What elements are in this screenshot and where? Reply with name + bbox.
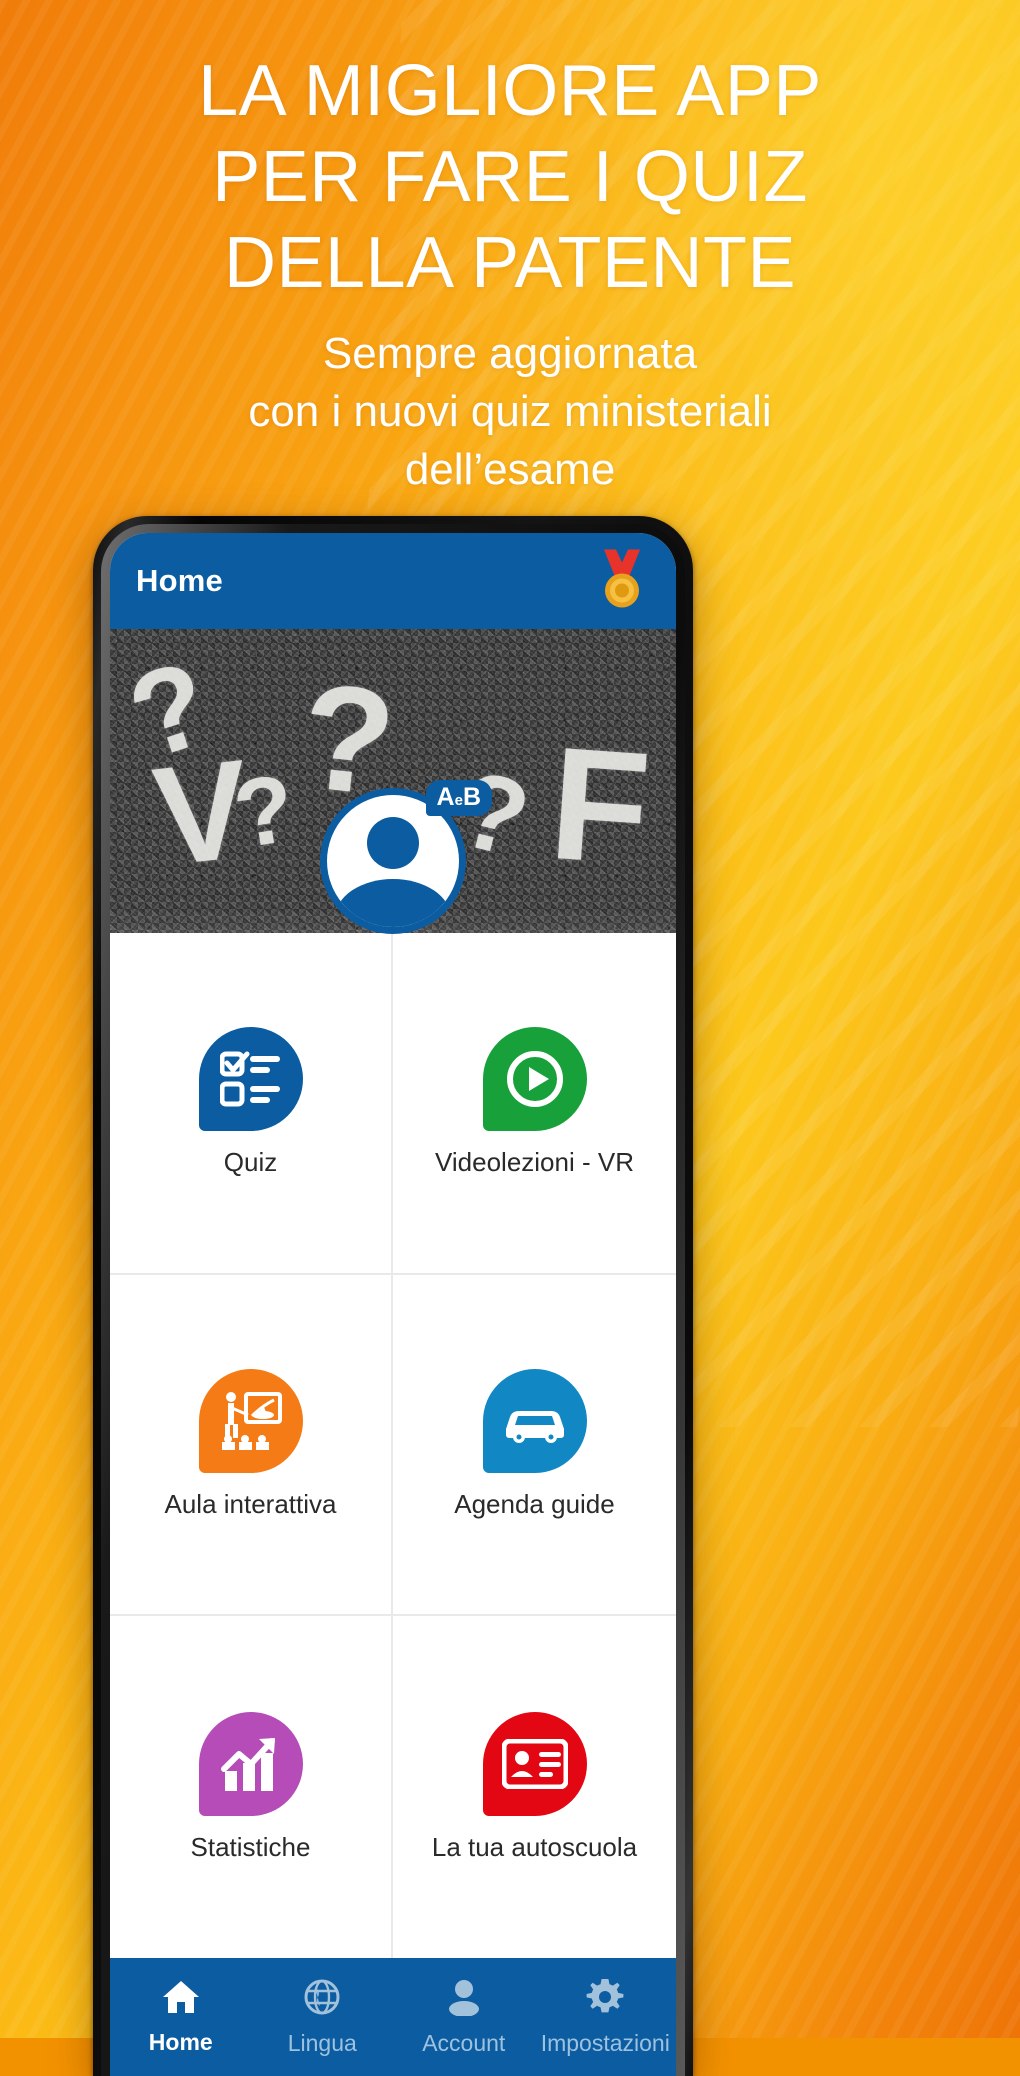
nav-item-lingua[interactable]: Lingua: [252, 1978, 394, 2057]
badge-letter-a: A: [436, 783, 455, 811]
nav-label: Lingua: [287, 2029, 357, 2056]
phone-screen: Home ? ? ? ? F V AeB Quiz Videolezioni -…: [110, 533, 676, 2076]
page-title: Home: [136, 563, 223, 598]
app-bar: Home: [110, 533, 676, 629]
avatar-body: [335, 879, 451, 927]
tile-statistiche[interactable]: Statistiche: [110, 1616, 393, 1958]
car-icon: [482, 1368, 587, 1473]
badge-letter-e: e: [454, 792, 463, 809]
tile-agenda-guide[interactable]: Agenda guide: [393, 1275, 676, 1617]
tile-label: Videolezioni - VR: [435, 1147, 634, 1178]
nav-item-impostazioni[interactable]: Impostazioni: [535, 1978, 677, 2057]
medal-icon[interactable]: [594, 548, 650, 615]
promo-subtitle: Sempre aggiornata con i nuovi quiz minis…: [0, 325, 1020, 499]
person-icon: [447, 1978, 481, 2021]
headline-line-2: PER FARE I QUIZ: [212, 137, 808, 217]
tile-videolezioni-vr[interactable]: Videolezioni - VR: [393, 933, 676, 1275]
avatar[interactable]: AeB: [320, 780, 492, 934]
license-category-badge[interactable]: AeB: [425, 780, 492, 816]
tile-quiz[interactable]: Quiz: [110, 933, 393, 1275]
subtitle-line-1: Sempre aggiornata: [322, 329, 698, 378]
nav-item-home[interactable]: Home: [110, 1979, 252, 2056]
gear-icon: [586, 1978, 624, 2021]
tile-label: La tua autoscuola: [431, 1831, 638, 1862]
avatar-head: [367, 817, 419, 869]
subtitle-line-3: dell’esame: [404, 445, 616, 494]
road-mark-letter-f: F: [545, 712, 656, 899]
tile-label: Aula interattiva: [164, 1488, 337, 1519]
badge-letter-b: B: [462, 783, 481, 811]
home-icon: [161, 1979, 201, 2020]
bottom-navigation: Home Lingua Account Impostazioni: [110, 1958, 676, 2076]
bar-chart-icon: [198, 1711, 303, 1816]
quiz-checklist-icon: [198, 1027, 303, 1132]
home-menu-grid: Quiz Videolezioni - VR Aula interattiva …: [110, 933, 676, 1958]
promo-headline: LA MIGLIORE APP PER FARE I QUIZ DELLA PA…: [0, 48, 1020, 306]
road-mark-letter-v: V: [147, 729, 257, 896]
tile-la-tua-autoscuola[interactable]: La tua autoscuola: [393, 1616, 676, 1958]
nav-label: Home: [148, 2028, 213, 2055]
tile-label: Quiz: [223, 1147, 278, 1178]
headline-line-3: DELLA PATENTE: [223, 223, 797, 303]
nav-label: Impostazioni: [540, 2029, 670, 2056]
play-circle-icon: [482, 1027, 587, 1132]
classroom-icon: [198, 1368, 303, 1473]
id-card-icon: [482, 1711, 587, 1816]
tile-aula-interattiva[interactable]: Aula interattiva: [110, 1274, 393, 1617]
subtitle-line-2: con i nuovi quiz ministeriali: [248, 387, 772, 436]
globe-icon: [303, 1978, 341, 2021]
nav-label: Account: [422, 2029, 506, 2056]
tile-label: Statistiche: [190, 1831, 311, 1862]
phone-mockup: Home ? ? ? ? F V AeB Quiz Videolezioni -…: [93, 516, 693, 2076]
headline-line-1: LA MIGLIORE APP: [198, 51, 822, 131]
nav-item-account[interactable]: Account: [393, 1978, 535, 2057]
tile-label: Agenda guide: [454, 1488, 615, 1519]
